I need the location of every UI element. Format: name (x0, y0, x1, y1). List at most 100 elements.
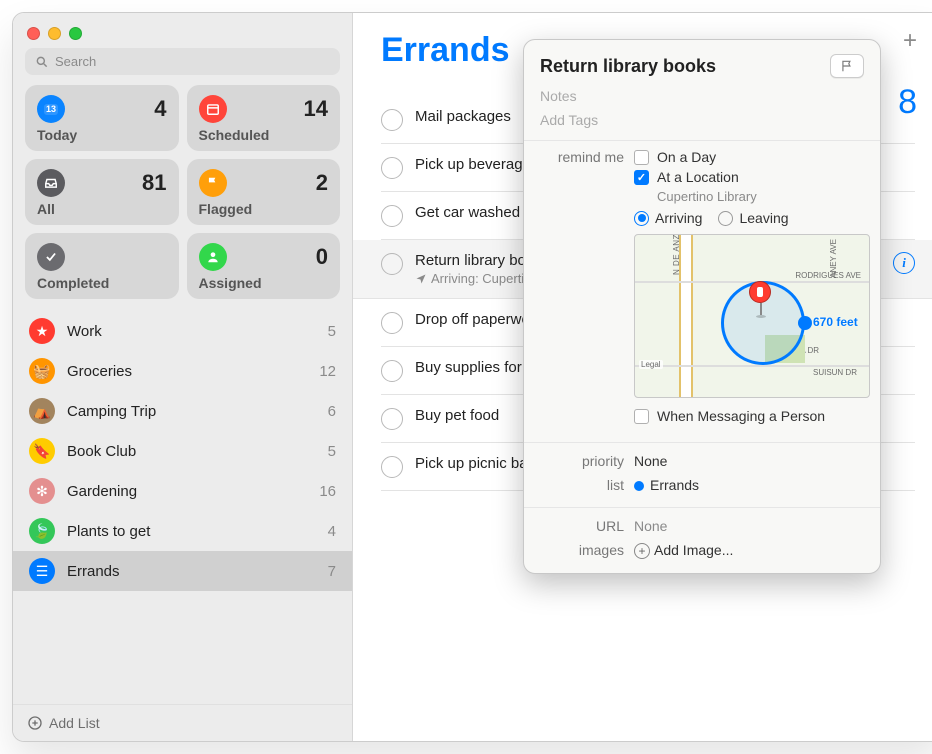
smart-list-today[interactable]: 13 4 Today (25, 85, 179, 151)
list-name: Plants to get (67, 523, 328, 540)
radio-unselected-icon (718, 211, 733, 226)
sidebar-list-item[interactable]: ☰Errands7 (13, 551, 352, 591)
scheduled-count: 14 (304, 96, 328, 122)
checkmark-icon (37, 243, 65, 271)
map-preview[interactable]: N DE ANZA BLVD RODRIGUES AVE SUISUN DR L… (634, 234, 870, 398)
at-location-checkbox[interactable]: ✓ At a Location (634, 169, 870, 185)
sidebar-list-item[interactable]: 🧺Groceries12 (13, 351, 352, 391)
complete-toggle[interactable] (381, 253, 403, 275)
list-field-label: list (540, 477, 634, 493)
leaving-radio[interactable]: Leaving (718, 210, 788, 226)
list-field-value[interactable]: Errands (634, 477, 864, 493)
smart-list-all[interactable]: 81 All (25, 159, 179, 225)
close-icon[interactable] (27, 27, 40, 40)
list-value-text: Errands (650, 477, 699, 493)
all-count: 81 (142, 170, 166, 196)
list-count: 5 (328, 323, 336, 340)
calendar-icon: 13 (37, 95, 65, 123)
reminders-window: 13 4 Today 14 Scheduled (12, 12, 932, 742)
info-button[interactable]: i (893, 252, 915, 274)
list-color-dot-icon (634, 481, 644, 491)
smart-list-completed[interactable]: Completed (25, 233, 179, 299)
all-label: All (37, 201, 167, 217)
flag-button[interactable] (830, 54, 864, 78)
list-count: 4 (328, 523, 336, 540)
list-icon: ★ (29, 318, 55, 344)
notes-field[interactable]: Notes (524, 84, 880, 108)
reminder-details-popover: Return library books Notes Add Tags remi… (523, 39, 881, 574)
list-count: 12 (319, 363, 336, 380)
list-name: Gardening (67, 483, 319, 500)
add-reminder-button[interactable]: + (903, 27, 917, 55)
list-item-count: 8 (898, 83, 917, 122)
sidebar-list-item[interactable]: ★Work5 (13, 311, 352, 351)
list-count: 16 (319, 483, 336, 500)
at-location-label: At a Location (657, 169, 739, 185)
flag-outline-icon (840, 59, 854, 73)
leaving-label: Leaving (739, 210, 788, 226)
complete-toggle[interactable] (381, 205, 403, 227)
complete-toggle[interactable] (381, 456, 403, 478)
when-messaging-checkbox[interactable]: When Messaging a Person (634, 408, 870, 424)
today-label: Today (37, 127, 167, 143)
map-road-right-label: ANEY AVE (829, 239, 838, 278)
url-value[interactable]: None (634, 518, 864, 534)
complete-toggle[interactable] (381, 157, 403, 179)
flag-icon (199, 169, 227, 197)
plus-circle-icon: + (634, 543, 650, 559)
map-road-h2-label: SUISUN DR (813, 368, 857, 377)
sidebar-list-item[interactable]: 🔖 Book Club5 (13, 431, 352, 471)
map-road-v-label: N DE ANZA BLVD (672, 234, 681, 275)
url-label: URL (540, 518, 634, 534)
list-count: 6 (328, 403, 336, 420)
list-name: Errands (67, 563, 328, 580)
smart-list-scheduled[interactable]: 14 Scheduled (187, 85, 341, 151)
smart-list-flagged[interactable]: 2 Flagged (187, 159, 341, 225)
list-icon: 🔖 (29, 438, 55, 464)
assigned-count: 0 (316, 244, 328, 270)
search-field[interactable] (25, 48, 340, 75)
map-road-vertical (679, 235, 693, 397)
checkbox-unchecked-icon (634, 409, 649, 424)
sidebar: 13 4 Today 14 Scheduled (13, 13, 353, 741)
today-count: 4 (154, 96, 166, 122)
my-lists: ★Work5🧺Groceries12⛺Camping Trip6 🔖 Book Cl… (13, 311, 352, 704)
add-list-button[interactable]: Add List (13, 704, 352, 741)
arriving-radio[interactable]: Arriving (634, 210, 702, 226)
popover-title[interactable]: Return library books (540, 56, 716, 77)
flagged-count: 2 (316, 170, 328, 196)
list-name: Groceries (67, 363, 319, 380)
tray-icon (37, 169, 65, 197)
checkbox-checked-icon: ✓ (634, 170, 649, 185)
person-icon (199, 243, 227, 271)
scheduled-label: Scheduled (199, 127, 329, 143)
complete-toggle[interactable] (381, 408, 403, 430)
add-image-label: Add Image... (654, 542, 733, 558)
complete-toggle[interactable] (381, 360, 403, 382)
sidebar-list-item[interactable]: ⛺Camping Trip6 (13, 391, 352, 431)
location-name[interactable]: Cupertino Library (657, 189, 870, 204)
assigned-label: Assigned (199, 275, 329, 291)
sidebar-list-item[interactable]: 🍃Plants to get4 (13, 511, 352, 551)
list-count: 7 (328, 563, 336, 580)
list-count: 5 (328, 443, 336, 460)
calendar-scheduled-icon (199, 95, 227, 123)
smart-list-assigned[interactable]: 0 Assigned (187, 233, 341, 299)
fullscreen-icon[interactable] (69, 27, 82, 40)
complete-toggle[interactable] (381, 109, 403, 131)
sidebar-list-item[interactable]: ✻Gardening16 (13, 471, 352, 511)
map-legal-label: Legal (639, 360, 663, 369)
on-a-day-label: On a Day (657, 149, 716, 165)
tags-field[interactable]: Add Tags (524, 108, 880, 141)
minimize-icon[interactable] (48, 27, 61, 40)
when-messaging-label: When Messaging a Person (657, 408, 825, 424)
on-a-day-checkbox[interactable]: On a Day (634, 149, 870, 165)
add-image-button[interactable]: +Add Image... (634, 542, 864, 559)
search-input[interactable] (55, 54, 330, 69)
priority-label: priority (540, 453, 634, 469)
completed-label: Completed (37, 275, 167, 291)
remind-me-label: remind me (540, 149, 634, 165)
complete-toggle[interactable] (381, 312, 403, 334)
priority-value[interactable]: None (634, 453, 864, 469)
list-name: Book Club (67, 443, 328, 460)
